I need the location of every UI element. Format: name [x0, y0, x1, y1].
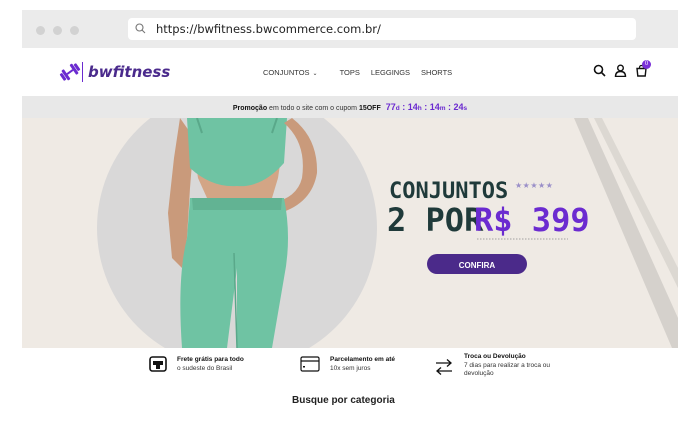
hero-price: R$ 399: [474, 201, 590, 239]
address-bar[interactable]: https://bwfitness.bwcommerce.com.br/: [128, 18, 636, 40]
feature-title: Frete grátis para todo: [177, 356, 244, 363]
window-minimize-dot[interactable]: [53, 26, 62, 35]
logo-text: bwfitness: [88, 63, 171, 81]
nav-item-leggings[interactable]: LEGGINGS: [371, 68, 410, 77]
feature-title: Parcelamento em até: [330, 356, 396, 363]
feature-installments: Parcelamento em até 10x sem juros: [300, 356, 395, 373]
feature-subtitle: 7 dias para realizar a troca ou: [464, 361, 550, 369]
timer-days: 77: [385, 102, 396, 112]
browser-window: https://bwfitness.bwcommerce.com.br/ bwf…: [22, 10, 678, 410]
hero-graphic: CONJUNTOS ★★★★★ 2 POR R$ 399 CONFIRA: [97, 118, 678, 348]
site-header: bwfitness CONJUNTOS ⌄ TOPS LEGGINGS SHORT…: [22, 48, 678, 96]
timer-hours: 14: [407, 102, 418, 112]
nav-item-tops[interactable]: TOPS: [340, 68, 360, 77]
nav-label: CONJUNTOS: [263, 68, 310, 77]
cart-count-badge: 0: [642, 60, 651, 69]
nav-item-shorts[interactable]: SHORTS: [421, 68, 452, 77]
feature-exchange: Troca ou Devolução 7 dias para realizar …: [434, 353, 550, 379]
rating-stars: ★★★★★: [515, 181, 553, 190]
feature-title: Troca ou Devolução: [464, 353, 526, 360]
credit-card-icon: [300, 356, 320, 372]
feature-subtitle: 10x sem juros: [330, 364, 371, 372]
timer-minutes: 14: [429, 102, 440, 112]
header-icons: 0: [593, 60, 651, 82]
user-icon[interactable]: [614, 64, 627, 77]
window-maximize-dot[interactable]: [70, 26, 79, 35]
hero-headline-2: 2 POR: [387, 201, 484, 239]
timer-hours-unit: h: [417, 105, 422, 112]
cta-label: CONFIRA: [459, 261, 496, 270]
nav-item-conjuntos[interactable]: CONJUNTOS ⌄: [263, 68, 329, 77]
timer-days-unit: d: [395, 105, 400, 112]
timer-minutes-unit: m: [439, 105, 446, 112]
cta-button[interactable]: CONFIRA: [427, 254, 527, 274]
window-close-dot[interactable]: [36, 26, 45, 35]
timer-seconds-unit: s: [463, 105, 468, 112]
dumbbell-logo-icon: [59, 63, 81, 81]
feature-subtitle: o sudeste do Brasil: [177, 364, 233, 372]
site-logo[interactable]: bwfitness: [58, 61, 170, 83]
countdown-timer: 77d : 14h : 14m : 24s: [385, 102, 468, 112]
cart-button[interactable]: 0: [635, 60, 651, 82]
browser-toolbar: https://bwfitness.bwcommerce.com.br/: [22, 10, 678, 48]
store-icon: [149, 356, 167, 372]
search-icon: [135, 23, 146, 34]
promo-highlight: Promoção: [232, 105, 268, 112]
main-nav: CONJUNTOS ⌄ TOPS LEGGINGS SHORTS: [263, 68, 463, 77]
hero-banner[interactable]: CONJUNTOS ★★★★★ 2 POR R$ 399 CONFIRA: [22, 118, 678, 348]
search-icon[interactable]: [593, 64, 606, 77]
feature-strip: Frete grátis para todo o sudeste do Bras…: [22, 348, 678, 398]
feature-subtitle-2: devolução: [464, 370, 494, 377]
promo-bar: Promoção em todo o site com o cupom 15OF…: [22, 96, 678, 118]
feature-free-shipping: Frete grátis para todo o sudeste do Bras…: [149, 356, 244, 373]
logo-divider: [82, 62, 83, 82]
hero-stripe: [574, 118, 678, 348]
promo-coupon: 15OFF: [358, 105, 381, 112]
address-url: https://bwfitness.bwcommerce.com.br/: [156, 22, 381, 36]
promo-text: em todo o site com o cupom: [267, 105, 359, 112]
timer-seconds: 24: [453, 102, 464, 112]
exchange-arrows-icon: [436, 359, 452, 375]
chevron-down-icon: ⌄: [312, 71, 318, 77]
category-section-title: Busque por categoria: [292, 395, 395, 406]
